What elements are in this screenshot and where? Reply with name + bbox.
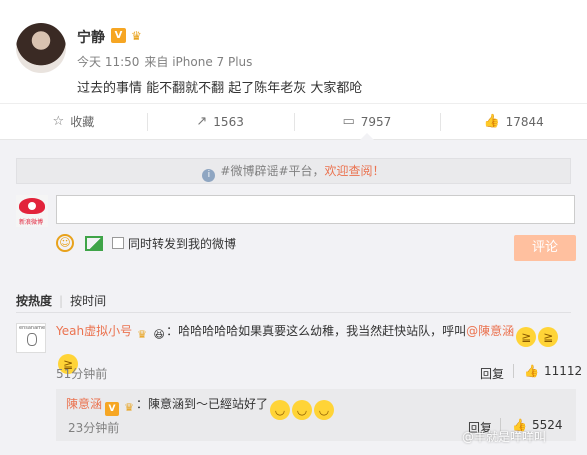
thumbs-up-icon: 👍 bbox=[524, 364, 539, 378]
favorite-button[interactable]: ☆ 收藏 bbox=[0, 104, 147, 139]
weibo-post: 宁静 V ♛ 今天 11:50 来自 iPhone 7 Plus 过去的事情 能不… bbox=[0, 0, 587, 103]
notice-welcome: 欢迎查阅！ bbox=[324, 164, 385, 178]
favorite-label: 收藏 bbox=[70, 115, 95, 129]
comment-button[interactable]: ▭ 7957 bbox=[293, 104, 441, 140]
laughing-emoji-icon: ≧ bbox=[516, 327, 537, 347]
sort-divider: | bbox=[59, 294, 64, 308]
watermark: @羊就是咩咩叫 bbox=[462, 430, 547, 444]
comment-text: ：哈哈哈哈哈如果真要这么幼稚，我当然赶快站队，呼叫 bbox=[166, 324, 467, 338]
member-crown-icon: ♛ bbox=[137, 328, 148, 341]
submit-comment-button[interactable]: 评论 bbox=[514, 235, 576, 261]
commenter-avatar-caption: ensaname bbox=[19, 325, 46, 331]
weibo-logo-icon bbox=[19, 198, 45, 214]
sub-comment-text: ：陳意涵到～已經站好了 bbox=[136, 397, 269, 411]
member-crown-icon: ♛ bbox=[131, 29, 142, 43]
notice-tag: #微博辟谣#平台， bbox=[220, 164, 325, 178]
reply-button[interactable]: 回复 bbox=[480, 365, 504, 382]
like-button[interactable]: 👍 17844 bbox=[440, 104, 587, 139]
post-meta: 今天 11:50 来自 iPhone 7 Plus bbox=[77, 53, 252, 70]
sub-commenter-name[interactable]: 陳意涵 bbox=[66, 397, 102, 411]
like-count: 17844 bbox=[505, 114, 544, 129]
action-divider bbox=[513, 364, 514, 378]
repost-checkbox-label: 同时转发到我的微博 bbox=[128, 236, 237, 251]
post-source: 来自 iPhone 7 Plus bbox=[144, 55, 253, 69]
comment-input[interactable] bbox=[56, 195, 575, 224]
smiley-badge-icon: 😆 bbox=[153, 328, 165, 341]
comments-section: i #微博辟谣#平台，欢迎查阅！ 新浪微博 ☺ 同时转发到我的微博 评论 按热度 |… bbox=[0, 140, 587, 455]
image-icon[interactable] bbox=[85, 235, 103, 251]
comment-like-count: 11112 bbox=[543, 364, 583, 378]
commenter-name[interactable]: Yeah虚拟小号 bbox=[56, 324, 132, 338]
post-content: 过去的事情 能不翻就不翻 起了陈年老灰 大家都呛 bbox=[77, 81, 363, 96]
sort-by-hot[interactable]: 按热度 bbox=[16, 294, 52, 308]
verified-badge-icon: V bbox=[111, 28, 126, 43]
sketch-face-icon bbox=[27, 333, 37, 346]
star-icon: ☆ bbox=[52, 114, 65, 129]
repost-button[interactable]: ↗ 1563 bbox=[146, 104, 294, 139]
sub-comment-time: 23分钟前 bbox=[68, 421, 120, 435]
repost-checkbox[interactable] bbox=[112, 237, 124, 249]
shy-emoji-icon: ◡ bbox=[270, 400, 291, 420]
author-name[interactable]: 宁静 bbox=[77, 27, 105, 47]
emoji-icon[interactable]: ☺ bbox=[56, 234, 74, 252]
post-time[interactable]: 今天 11:50 bbox=[77, 55, 139, 69]
rumor-notice[interactable]: i #微博辟谣#平台，欢迎查阅！ bbox=[16, 158, 571, 184]
laughing-emoji-icon: ≧ bbox=[538, 327, 559, 347]
member-crown-icon: ♛ bbox=[124, 401, 134, 414]
comment-time: 51分钟前 bbox=[56, 367, 108, 381]
verified-badge-icon: V bbox=[105, 402, 120, 416]
shy-emoji-icon: ◡ bbox=[292, 400, 313, 420]
repost-count: 1563 bbox=[213, 114, 244, 129]
composer-tools: ☺ 同时转发到我的微博 bbox=[56, 234, 236, 252]
mention-link[interactable]: @陳意涵 bbox=[466, 324, 514, 338]
shy-emoji-icon: ◡ bbox=[314, 400, 335, 420]
comment-count: 7957 bbox=[360, 114, 392, 129]
author-avatar[interactable] bbox=[16, 23, 66, 73]
info-icon: i bbox=[202, 169, 216, 182]
current-user-avatar: 新浪微博 bbox=[16, 195, 48, 227]
sort-by-time[interactable]: 按时间 bbox=[70, 294, 106, 308]
repost-icon: ↗ bbox=[196, 114, 208, 129]
comment-like-button[interactable]: 👍 11112 bbox=[524, 364, 582, 378]
comment-icon: ▭ bbox=[342, 114, 355, 129]
commenter-avatar[interactable]: ensaname bbox=[16, 323, 46, 353]
sub-comment-body: 陳意涵 V ♛ ：陳意涵到～已經站好了 ◡ ◡ ◡ bbox=[66, 394, 335, 420]
post-action-bar: ☆ 收藏 ↗ 1563 ▭ 7957 👍 17844 bbox=[0, 103, 587, 140]
avatar-caption: 新浪微博 bbox=[19, 219, 44, 226]
comment-sort: 按热度 | 按时间 bbox=[16, 292, 106, 309]
sort-divider-line bbox=[16, 312, 571, 313]
thumbs-up-icon: 👍 bbox=[483, 114, 500, 129]
